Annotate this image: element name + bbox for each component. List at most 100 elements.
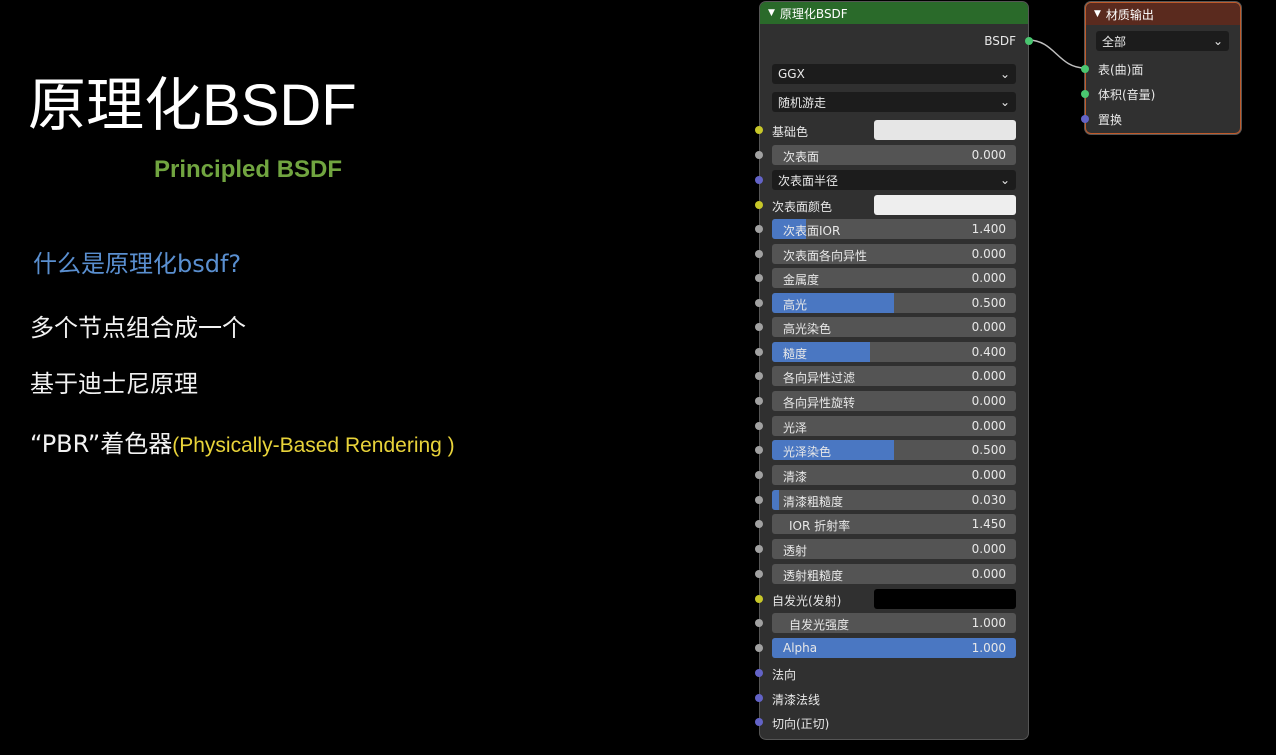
field-specular-tint[interactable]: 高光染色 0.000 [772, 317, 1016, 337]
field-label: Alpha [783, 641, 818, 655]
principled-bsdf-node[interactable]: ▼ 原理化BSDF BSDF GGX ⌄ 随机游走 ⌄ 基础色 次表面 0.000… [755, 2, 1033, 739]
field-subsurface-ior[interactable]: 次表面IOR 1.400 [772, 219, 1016, 239]
field-value: 0.500 [971, 443, 1006, 457]
field-label: 高光染色 [783, 322, 832, 336]
field-label: 透射 [783, 544, 808, 558]
field-ior[interactable]: IOR 折射率 1.450 [772, 514, 1016, 534]
field-value: 0.000 [971, 394, 1006, 408]
field-transmission[interactable]: 透射 0.000 [772, 539, 1016, 559]
bsdf-output-socket[interactable] [1025, 37, 1033, 45]
distribution-value: GGX [778, 67, 805, 81]
base-color-swatch[interactable] [874, 120, 1016, 140]
field-socket[interactable] [755, 250, 763, 258]
target-value: 全部 [1102, 34, 1127, 49]
field-sheen-tint[interactable]: 光泽染色 0.500 [772, 440, 1016, 460]
field-value: 0.000 [971, 419, 1006, 433]
field-socket[interactable] [755, 619, 763, 627]
field-socket[interactable] [755, 570, 763, 578]
slide-subtitle: Principled BSDF [154, 156, 343, 183]
field-value: 1.400 [971, 222, 1006, 236]
field-label: 次表面各向异性 [783, 249, 868, 263]
field-socket[interactable] [755, 274, 763, 282]
material-output-node[interactable]: ▼ 材质输出 全部 ⌄ 表(曲)面 体积(音量) 置换 [1081, 2, 1241, 134]
target-dropdown[interactable]: 全部 ⌄ [1096, 31, 1229, 51]
field-fill [772, 490, 780, 510]
subsurface-method-value: 随机游走 [778, 95, 827, 110]
question-text: 什么是原理化bsdf? [33, 250, 242, 278]
field-socket[interactable] [755, 644, 763, 652]
field-clearcoat-roughness[interactable]: 清漆粗糙度 0.030 [772, 490, 1016, 510]
field-metallic[interactable]: 金属度 0.000 [772, 268, 1016, 288]
bullet-1: 多个节点组合成一个 [30, 314, 246, 342]
normal-label: 法向 [772, 668, 797, 682]
volume-label: 体积(音量) [1098, 88, 1156, 102]
emission-color-swatch[interactable] [874, 589, 1016, 609]
subsurface-method-dropdown[interactable]: 随机游走 ⌄ [772, 92, 1016, 112]
chevron-down-icon: ⌄ [1212, 34, 1223, 48]
field-label: 次表面 [783, 150, 820, 164]
distribution-dropdown[interactable]: GGX ⌄ [772, 64, 1016, 84]
field-label: 次表面IOR [783, 224, 841, 238]
bsdf-output-label: BSDF [984, 34, 1016, 48]
field-socket[interactable] [755, 520, 763, 528]
bullet-3-main: “PBR”着色器 [30, 430, 173, 458]
volume-socket[interactable] [1081, 90, 1089, 98]
field-sheen[interactable]: 光泽 0.000 [772, 416, 1016, 436]
field-socket[interactable] [755, 348, 763, 356]
field-subsurface[interactable]: 次表面 0.000 [772, 145, 1016, 165]
field-clearcoat[interactable]: 清漆 0.000 [772, 465, 1016, 485]
surface-socket[interactable] [1081, 65, 1089, 73]
field-value: 0.000 [971, 271, 1006, 285]
field-socket[interactable] [755, 225, 763, 233]
field-value: 0.500 [971, 296, 1006, 310]
field-socket[interactable] [755, 323, 763, 331]
slide-title-latin: BSDF [202, 73, 357, 138]
base-color-socket[interactable] [755, 126, 763, 134]
displacement-socket[interactable] [1081, 115, 1089, 123]
subsurface-radius-socket[interactable] [755, 176, 763, 184]
field-anisotropic[interactable]: 各向异性过滤 0.000 [772, 366, 1016, 386]
field-value: 0.030 [971, 493, 1006, 507]
field-socket[interactable] [755, 151, 763, 159]
chevron-down-icon[interactable]: ▼ [768, 8, 775, 18]
normal-socket[interactable] [755, 669, 763, 677]
field-specular[interactable]: 高光 0.500 [772, 293, 1016, 313]
field-socket[interactable] [755, 496, 763, 504]
field-transmission-roughness[interactable]: 透射粗糙度 0.000 [772, 564, 1016, 584]
field-alpha[interactable]: Alpha 1.000 [772, 638, 1016, 658]
chevron-down-icon[interactable]: ▼ [1094, 9, 1101, 19]
field-socket[interactable] [755, 422, 763, 430]
field-label: IOR 折射率 [789, 519, 851, 533]
subsurface-color-swatch[interactable] [874, 195, 1016, 215]
bullet-3: “PBR”着色器(Physically-Based Rendering ) [30, 424, 455, 459]
field-label: 糙度 [783, 347, 808, 361]
subsurface-radius-dropdown[interactable]: 次表面半径 ⌄ [772, 170, 1016, 190]
field-label: 金属度 [783, 273, 820, 287]
field-value: 0.000 [971, 320, 1006, 334]
field-emission-strength[interactable]: 自发光强度 1.000 [772, 613, 1016, 633]
bsdf-node-header[interactable]: ▼ 原理化BSDF [760, 2, 1028, 24]
chevron-down-icon: ⌄ [999, 67, 1010, 81]
field-value: 0.000 [971, 247, 1006, 261]
field-socket[interactable] [755, 299, 763, 307]
tangent-label: 切向(正切) [772, 717, 830, 731]
field-socket[interactable] [755, 545, 763, 553]
slide-title: 原理化BSDF [28, 58, 357, 142]
output-node-header[interactable]: ▼ 材质输出 [1086, 3, 1240, 25]
subsurface-color-socket[interactable] [755, 201, 763, 209]
field-anisotropic-rotation[interactable]: 各向异性旋转 0.000 [772, 391, 1016, 411]
field-socket[interactable] [755, 372, 763, 380]
tangent-socket[interactable] [755, 718, 763, 726]
field-roughness[interactable]: 糙度 0.400 [772, 342, 1016, 362]
clearcoat-normal-socket[interactable] [755, 694, 763, 702]
field-socket[interactable] [755, 446, 763, 454]
field-value: 0.400 [971, 345, 1006, 359]
field-value: 1.450 [971, 517, 1006, 531]
clearcoat-normal-label: 清漆法线 [772, 693, 821, 707]
field-subsurface-anisotropy[interactable]: 次表面各向异性 0.000 [772, 244, 1016, 264]
field-socket[interactable] [755, 471, 763, 479]
bsdf-node-title: 原理化BSDF [779, 6, 848, 21]
field-value: 0.000 [971, 542, 1006, 556]
field-socket[interactable] [755, 397, 763, 405]
emission-socket[interactable] [755, 595, 763, 603]
